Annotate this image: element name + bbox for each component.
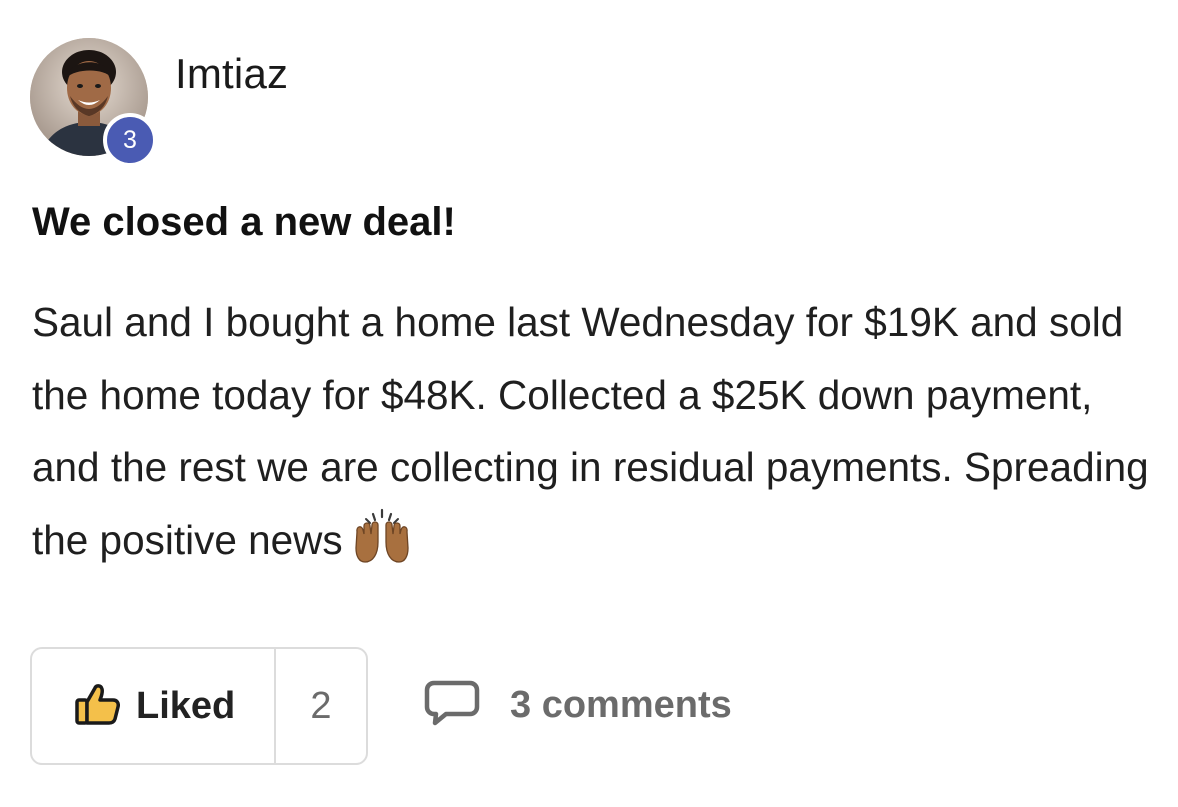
thumbs-up-icon (74, 682, 120, 731)
post-title: We closed a new deal! (32, 200, 456, 244)
like-label: Liked (136, 684, 236, 727)
comments-label: 3 comments (510, 684, 732, 726)
like-group: Liked 2 (30, 647, 368, 765)
like-button[interactable]: Liked (32, 649, 276, 763)
comments-link[interactable]: 3 comments (424, 679, 732, 732)
level-badge: 3 (103, 113, 157, 167)
post-card: 3 Imtiaz We closed a new deal! Saul and … (0, 0, 1178, 807)
post-actions: Liked 2 3 comments (30, 647, 1130, 767)
comment-bubble-icon (424, 679, 480, 732)
like-count[interactable]: 2 (276, 649, 366, 763)
post-author-header: 3 Imtiaz (30, 38, 730, 170)
raising-hands-emoji-icon (351, 508, 413, 564)
post-body: Saul and I bought a home last Wednesday … (32, 286, 1152, 576)
post-body-text: Saul and I bought a home last Wednesday … (32, 299, 1149, 563)
author-name[interactable]: Imtiaz (175, 50, 288, 98)
